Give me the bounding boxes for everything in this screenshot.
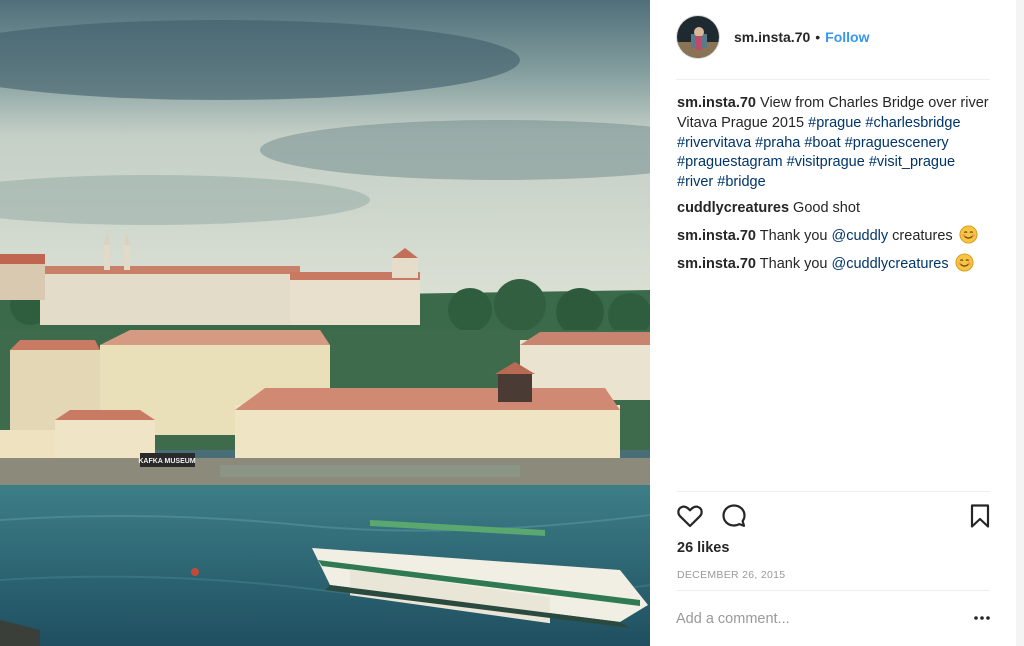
hashtag-link[interactable]: #rivervitava (677, 135, 751, 151)
post-header: sm.insta.70 • Follow (676, 15, 992, 59)
hashtag-link[interactable]: #praha (755, 135, 800, 151)
header-divider (676, 79, 990, 80)
follow-button[interactable]: Follow (825, 29, 869, 45)
mention-link[interactable]: @cuddlycreatures (832, 256, 949, 272)
hashtag-link[interactable]: #prague (808, 115, 861, 131)
hashtag-link[interactable]: #charlesbridge (865, 115, 960, 131)
hashtag-link[interactable]: #praguestagram (677, 154, 783, 170)
bookmark-icon[interactable] (966, 502, 994, 530)
smiling-face-emoji-icon (955, 253, 974, 272)
post-detail-panel: sm.insta.70 • Follow sm.insta.70 View fr… (650, 0, 1024, 646)
smiling-face-emoji-icon (959, 225, 978, 244)
actions-divider (676, 491, 990, 492)
comment-item: sm.insta.70 Thank you @cuddly creatures (677, 225, 993, 247)
hashtag-link[interactable]: #river (677, 174, 713, 190)
comment-item: sm.insta.70 Thank you @cuddlycreatures (677, 253, 993, 275)
separator-dot: • (815, 29, 821, 45)
hashtag-link[interactable]: #visitprague (787, 154, 865, 170)
hashtag-link[interactable]: #praguescenery (845, 135, 949, 151)
scrollbar[interactable] (1016, 0, 1024, 646)
likes-count[interactable]: 26 likes (677, 540, 729, 556)
post-date[interactable]: DECEMBER 26, 2015 (677, 569, 785, 581)
header-username[interactable]: sm.insta.70 (734, 29, 810, 45)
kafka-museum-sign: KAFKA MUSEUM (138, 458, 195, 465)
heart-outline-icon[interactable] (676, 502, 704, 530)
comment-text: Thank you (756, 228, 832, 245)
avatar[interactable] (676, 15, 720, 59)
comments-list: sm.insta.70 View from Charles Bridge ove… (677, 94, 993, 281)
mention-link[interactable]: @cuddly (832, 228, 889, 244)
caption: sm.insta.70 View from Charles Bridge ove… (677, 94, 993, 193)
comment-divider (676, 590, 990, 591)
avatar-image (677, 16, 719, 58)
more-dots-icon[interactable] (972, 608, 992, 628)
hashtag-link[interactable]: #bridge (717, 174, 765, 190)
comment-username[interactable]: cuddlycreatures (677, 200, 789, 216)
comment-username[interactable]: sm.insta.70 (677, 256, 756, 272)
speech-bubble-icon[interactable] (720, 502, 748, 530)
comment-text-tail: creatures (888, 228, 953, 245)
prague-river-photo: KAFKA MUSEUM (0, 0, 650, 646)
comment-text: Good shot (789, 200, 860, 217)
add-comment-input[interactable] (676, 604, 966, 634)
post-actions (676, 502, 990, 532)
comment-item: cuddlycreatures Good shot (677, 199, 993, 219)
caption-username[interactable]: sm.insta.70 (677, 95, 756, 111)
hashtag-link[interactable]: #boat (804, 135, 840, 151)
comment-username[interactable]: sm.insta.70 (677, 228, 756, 244)
post-photo[interactable]: KAFKA MUSEUM (0, 0, 650, 646)
comment-text: Thank you (756, 256, 832, 273)
hashtag-link[interactable]: #visit_prague (869, 154, 955, 170)
